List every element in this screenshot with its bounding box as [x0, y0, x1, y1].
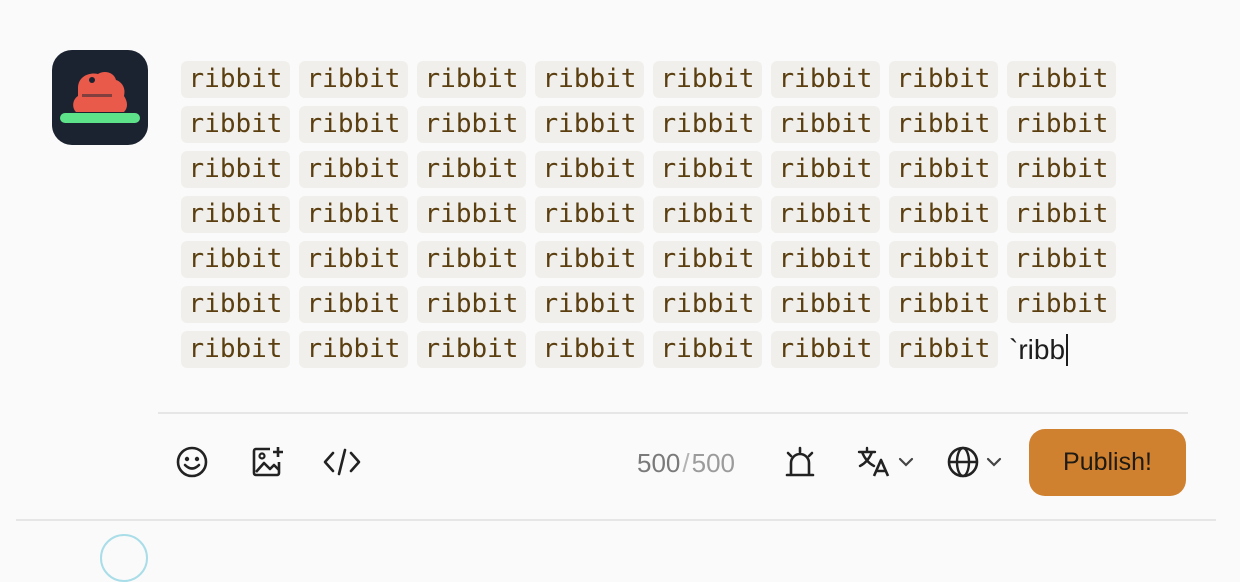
- inline-code-word: ribbit: [771, 151, 880, 188]
- editor-line: ribbit ribbit ribbit ribbit ribbit ribbit ribb…: [181, 285, 1181, 324]
- inline-code-word: ribbit: [181, 61, 290, 98]
- emoji-button[interactable]: [172, 442, 212, 482]
- inline-code-word: ribbit: [1007, 241, 1116, 278]
- char-max: 500: [691, 447, 736, 478]
- typing-text: `ribb: [1009, 331, 1069, 368]
- inline-code-word: ribbit: [771, 196, 880, 233]
- inline-code-word: ribbit: [653, 151, 762, 188]
- character-counter: 500 / 500: [637, 446, 735, 480]
- inline-code-word: ribbit: [653, 196, 762, 233]
- inline-code-word: ribbit: [417, 241, 526, 278]
- editor-line: ribbit ribbit ribbit ribbit ribbit ribbit ribb…: [181, 60, 1181, 99]
- inline-code-word: ribbit: [1007, 151, 1116, 188]
- inline-code-word: ribbit: [889, 286, 998, 323]
- inline-code-word: ribbit: [653, 106, 762, 143]
- frog-logo-icon: [60, 72, 140, 123]
- char-separator: /: [682, 447, 690, 478]
- inline-code-word: ribbit: [889, 196, 998, 233]
- inline-code-word: ribbit: [535, 196, 644, 233]
- inline-code-word: ribbit: [417, 196, 526, 233]
- inline-code-word: ribbit: [889, 61, 998, 98]
- chevron-down-icon: [898, 457, 914, 467]
- chevron-down-icon: [986, 457, 1002, 467]
- post-editor[interactable]: ribbit ribbit ribbit ribbit ribbit ribbit ribb…: [181, 60, 1181, 380]
- add-image-icon: [252, 447, 283, 477]
- inline-code-word: ribbit: [181, 151, 290, 188]
- language-dropdown[interactable]: [856, 442, 914, 482]
- inline-code-word: ribbit: [1007, 106, 1116, 143]
- alarm-icon: [785, 446, 815, 477]
- add-media-button[interactable]: [248, 442, 288, 482]
- inline-code-word: ribbit: [417, 106, 526, 143]
- inline-code-word: ribbit: [535, 151, 644, 188]
- inline-code-word: ribbit: [889, 331, 998, 368]
- inline-code-word: ribbit: [653, 331, 762, 368]
- inline-code-word: ribbit: [889, 106, 998, 143]
- inline-code-word: ribbit: [299, 331, 408, 368]
- inline-code-word: ribbit: [417, 151, 526, 188]
- section-divider: [16, 519, 1216, 521]
- inline-code-word: ribbit: [299, 106, 408, 143]
- inline-code-word: ribbit: [1007, 286, 1116, 323]
- inline-code-word: ribbit: [653, 286, 762, 323]
- editor-line: ribbit ribbit ribbit ribbit ribbit ribbit ribb…: [181, 195, 1181, 234]
- code-icon: [323, 448, 361, 476]
- inline-code-word: ribbit: [535, 331, 644, 368]
- inline-code-word: ribbit: [299, 151, 408, 188]
- avatar[interactable]: [52, 50, 148, 145]
- inline-code-word: ribbit: [535, 61, 644, 98]
- editor-line: ribbit ribbit ribbit ribbit ribbit ribbit ribb…: [181, 240, 1181, 279]
- inline-code-word: ribbit: [181, 106, 290, 143]
- inline-code-word: ribbit: [181, 241, 290, 278]
- inline-code-word: ribbit: [181, 331, 290, 368]
- inline-code-word: ribbit: [889, 151, 998, 188]
- inline-code-word: ribbit: [535, 241, 644, 278]
- publish-button[interactable]: Publish!: [1029, 429, 1186, 496]
- inline-code-word: ribbit: [1007, 196, 1116, 233]
- inline-code-word: ribbit: [771, 331, 880, 368]
- inline-code-word: ribbit: [417, 331, 526, 368]
- inline-code-word: ribbit: [653, 241, 762, 278]
- inline-code-word: ribbit: [299, 61, 408, 98]
- inline-code-word: ribbit: [299, 286, 408, 323]
- globe-icon: [947, 446, 979, 478]
- inline-code-word: ribbit: [771, 286, 880, 323]
- editor-line: ribbit ribbit ribbit ribbit ribbit ribbit ribb…: [181, 150, 1181, 189]
- inline-code-word: ribbit: [181, 196, 290, 233]
- inline-code-word: ribbit: [653, 61, 762, 98]
- content-warning-button[interactable]: [780, 442, 820, 482]
- smiley-icon: [176, 446, 208, 478]
- inline-code-word: ribbit: [299, 241, 408, 278]
- char-count: 500: [637, 447, 681, 478]
- inline-code-word: ribbit: [771, 241, 880, 278]
- text-caret: [1066, 333, 1069, 366]
- visibility-dropdown[interactable]: [946, 442, 1002, 482]
- inline-code-word: ribbit: [181, 286, 290, 323]
- next-post-avatar: [100, 534, 148, 582]
- editor-line: ribbit ribbit ribbit ribbit ribbit ribbit ribb…: [181, 330, 1181, 369]
- inline-code-word: ribbit: [299, 196, 408, 233]
- typing-text-value: `ribb: [1009, 333, 1066, 365]
- inline-code-word: ribbit: [771, 61, 880, 98]
- toolbar-divider: [158, 412, 1188, 414]
- inline-code-word: ribbit: [771, 106, 880, 143]
- inline-code-word: ribbit: [1007, 61, 1116, 98]
- inline-code-word: ribbit: [889, 241, 998, 278]
- editor-line: ribbit ribbit ribbit ribbit ribbit ribbit ribb…: [181, 105, 1181, 144]
- inline-code-word: ribbit: [535, 286, 644, 323]
- inline-code-word: ribbit: [417, 61, 526, 98]
- translate-icon: [857, 446, 890, 477]
- inline-code-word: ribbit: [535, 106, 644, 143]
- code-button[interactable]: [322, 442, 362, 482]
- inline-code-word: ribbit: [417, 286, 526, 323]
